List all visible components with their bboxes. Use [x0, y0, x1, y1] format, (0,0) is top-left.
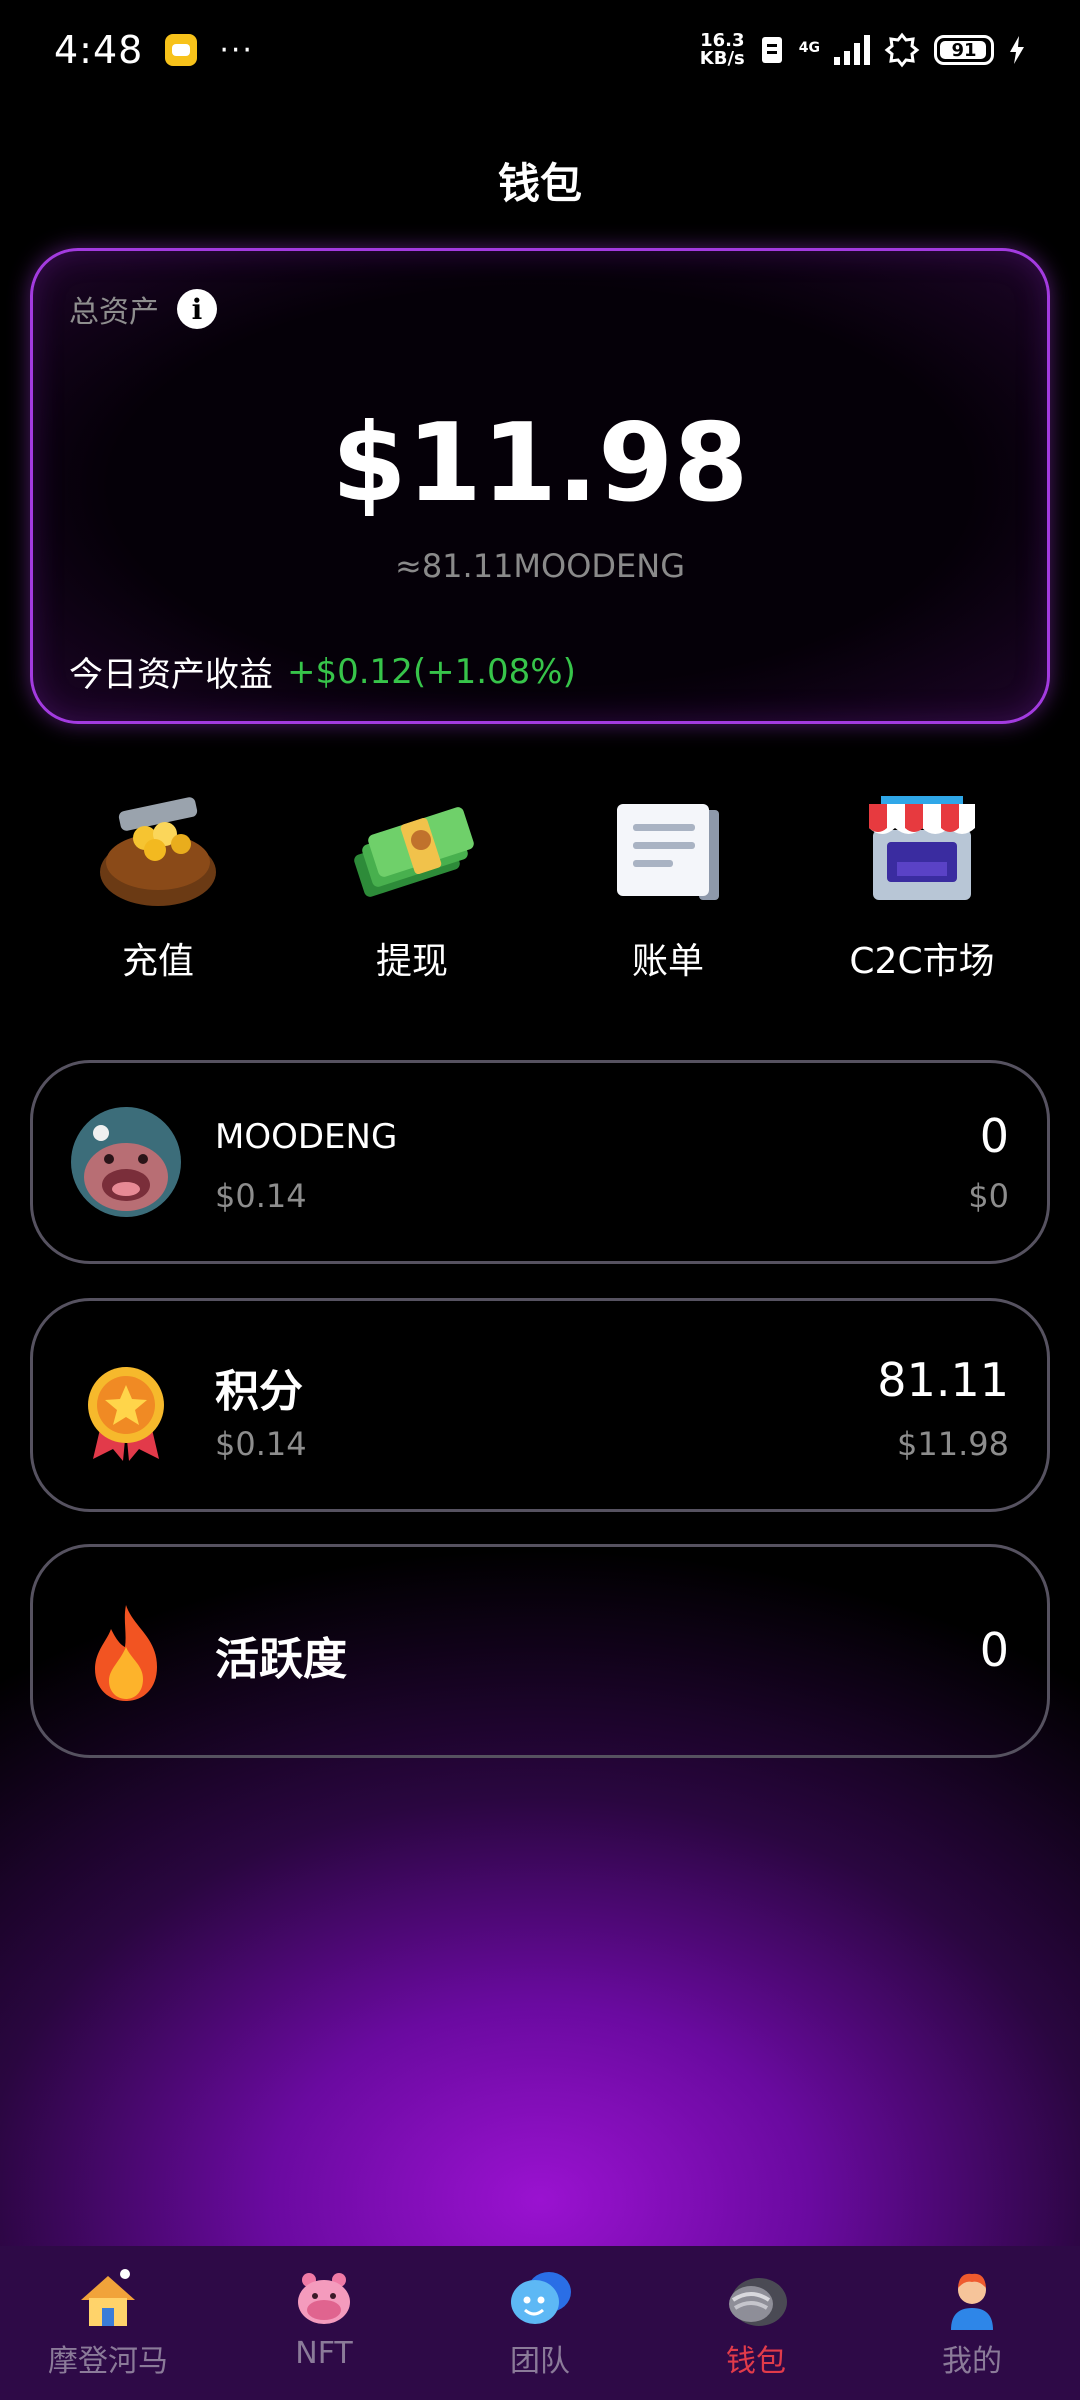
token-amount: 0 — [979, 1623, 1009, 1677]
nav-item-nft[interactable]: NFT — [216, 2246, 432, 2400]
total-asset-equivalent: ≈81.11MOODENG — [395, 547, 685, 585]
bill-icon — [617, 804, 719, 900]
info-icon[interactable]: i — [177, 289, 217, 329]
fire-icon — [95, 1605, 157, 1701]
wallet-gold-icon — [100, 797, 216, 906]
page-title: 钱包 — [497, 159, 582, 208]
net-speed: 16.3 KB/s — [700, 32, 745, 68]
token-price: $0.14 — [215, 1177, 307, 1215]
charging-icon — [1010, 36, 1024, 64]
battery-level: 91 — [951, 39, 977, 61]
hippo-icon — [298, 2273, 350, 2324]
more-notifications-icon: ··· — [219, 32, 254, 68]
medal-icon — [88, 1367, 164, 1461]
house-icon — [81, 2269, 135, 2326]
today-earnings: 今日资产收益 +$0.12(+1.08%) — [69, 647, 576, 696]
nav-item-wallet[interactable]: 钱包 — [648, 2246, 864, 2400]
battery-icon: 91 — [934, 35, 994, 65]
status-left: 4:48 ··· — [54, 28, 254, 72]
profile-icon — [951, 2273, 993, 2330]
c2c-market-label: C2C市场 — [849, 941, 995, 982]
token-value: $0 — [968, 1177, 1009, 1215]
nav-item-modern-hippo[interactable]: 摩登河马 — [0, 2246, 216, 2400]
bill-button[interactable]: 账单 — [558, 790, 778, 1000]
moodeng-avatar-icon — [71, 1107, 181, 1217]
net-speed-unit: KB/s — [699, 48, 745, 69]
signal-icon — [834, 35, 870, 65]
token-row-activity[interactable]: 活跃度 0 — [30, 1544, 1050, 1758]
deposit-label: 充值 — [121, 941, 194, 982]
total-asset-label: 总资产 — [69, 295, 159, 330]
gear-icon — [884, 32, 920, 68]
bill-label: 账单 — [631, 941, 704, 982]
status-bar: 4:48 ··· 16.3 KB/s 4G 91 — [0, 0, 1080, 100]
wallet-icon — [729, 2278, 787, 2326]
total-asset-amount: $11.98 — [331, 401, 749, 526]
deposit-button[interactable]: 充值 — [48, 790, 268, 1000]
team-icon — [511, 2272, 571, 2324]
token-name: MOODENG — [215, 1117, 398, 1157]
wallet-actions: 充值 提现 账单 C2C市场 — [0, 790, 1080, 1000]
total-asset-card: 总资产 i $11.98 ≈81.11MOODENG 今日资产收益 +$0.12… — [30, 248, 1050, 724]
nav-label: 我的 — [942, 2344, 1002, 2379]
c2c-market-button[interactable]: C2C市场 — [812, 790, 1032, 1000]
token-value: $11.98 — [897, 1425, 1009, 1463]
nav-item-team[interactable]: 团队 — [432, 2246, 648, 2400]
nav-item-me[interactable]: 我的 — [864, 2246, 1080, 2400]
network-type: 4G — [798, 40, 820, 56]
asset-label-row: 总资产 i — [69, 287, 217, 331]
nav-label: NFT — [295, 2336, 353, 2371]
cash-stack-icon — [354, 807, 474, 897]
market-stall-icon — [869, 796, 975, 900]
token-price: $0.14 — [215, 1425, 307, 1463]
today-earnings-value: +$0.12(+1.08%) — [287, 651, 576, 692]
nav-label: 钱包 — [726, 2344, 786, 2379]
today-earnings-label: 今日资产收益 — [69, 655, 273, 695]
token-row-points[interactable]: 积分 $0.14 81.11 $11.98 — [30, 1298, 1050, 1512]
bottom-nav: 摩登河马 NFT 团队 钱包 我的 — [0, 2246, 1080, 2400]
token-amount: 0 — [979, 1109, 1009, 1163]
token-amount: 81.11 — [877, 1353, 1009, 1407]
chat-app-icon — [165, 34, 198, 66]
sim-icon — [761, 37, 782, 63]
nav-label: 摩登河马 — [48, 2344, 168, 2379]
nav-label: 团队 — [510, 2344, 570, 2379]
withdraw-label: 提现 — [375, 941, 448, 982]
token-row-moodeng[interactable]: MOODENG $0.14 0 $0 — [30, 1060, 1050, 1264]
withdraw-button[interactable]: 提现 — [302, 790, 522, 1000]
token-name: 积分 — [215, 1366, 303, 1417]
status-time: 4:48 — [54, 28, 144, 72]
status-right: 16.3 KB/s 4G 91 — [700, 32, 1026, 68]
token-name: 活跃度 — [215, 1634, 347, 1685]
